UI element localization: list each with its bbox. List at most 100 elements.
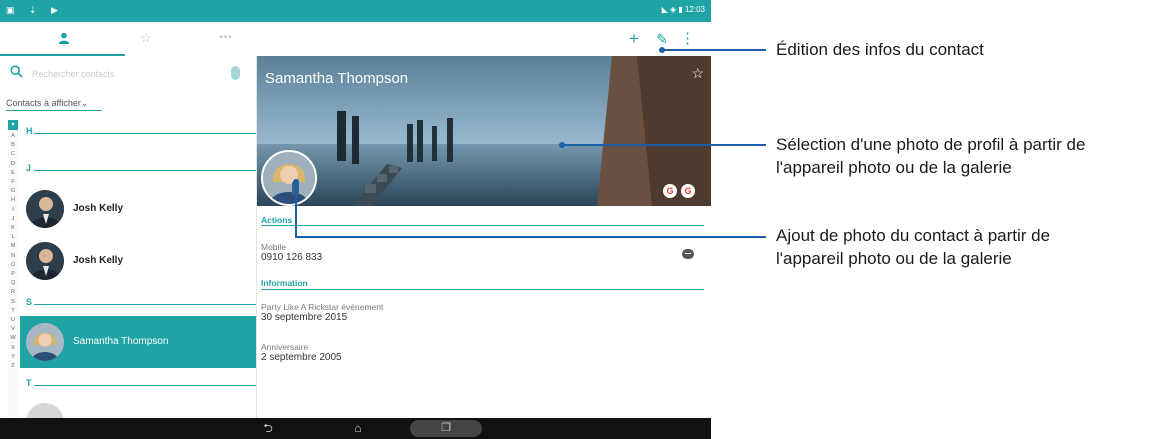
callout-dot-edit bbox=[659, 47, 665, 53]
alphabet-letter[interactable]: J bbox=[8, 215, 18, 224]
alphabet-letter[interactable]: S bbox=[8, 298, 18, 307]
alphabet-letter[interactable]: O bbox=[8, 261, 18, 270]
actions-header: Actions bbox=[261, 215, 293, 225]
add-contact-button[interactable]: + bbox=[624, 28, 644, 50]
alphabet-letter[interactable]: E bbox=[8, 169, 18, 178]
alphabet-letters[interactable]: ABCDEFGHIJKLMNOPQRSTUVWXYZ bbox=[8, 132, 18, 371]
callout-dot-contact bbox=[293, 179, 299, 185]
message-icon[interactable] bbox=[682, 249, 694, 259]
search-input[interactable]: Rechercher contacts bbox=[32, 69, 115, 79]
home-button[interactable]: ⌂ bbox=[348, 420, 368, 437]
callout-dot-cover bbox=[559, 142, 565, 148]
back-button[interactable]: ⮌ bbox=[258, 420, 278, 437]
alphabet-letter[interactable]: Z bbox=[8, 362, 18, 371]
alphabet-letter[interactable]: Y bbox=[8, 353, 18, 362]
alphabet-scroller[interactable]: ▾ ABCDEFGHIJKLMNOPQRSTUVWXYZ bbox=[8, 120, 18, 418]
more-icon: ••• bbox=[219, 32, 233, 43]
avatar bbox=[26, 323, 64, 361]
contacts-filter-dropdown[interactable]: Contacts à afficher⌄ bbox=[6, 98, 88, 109]
section-header-s: S bbox=[26, 297, 33, 307]
tab-more[interactable]: ••• bbox=[216, 28, 236, 48]
google-account-icon: G bbox=[681, 184, 695, 198]
alphabet-letter[interactable]: F bbox=[8, 178, 18, 187]
recent-apps-button[interactable]: ❐ bbox=[410, 420, 482, 437]
alphabet-letter[interactable]: U bbox=[8, 316, 18, 325]
alphabet-letter[interactable]: K bbox=[8, 224, 18, 233]
plus-icon: + bbox=[629, 29, 639, 48]
alphabet-letter[interactable]: N bbox=[8, 252, 18, 261]
status-left-icons: ▣ ⇣ ▶ bbox=[6, 5, 64, 15]
chevron-down-icon: ⌄ bbox=[80, 98, 89, 108]
search-icon bbox=[10, 65, 23, 78]
callout-cover-photo-line1: Sélection d'une photo de profil à partir… bbox=[776, 135, 1086, 154]
contact-list-item-selected[interactable]: Samantha Thompson bbox=[20, 316, 256, 368]
section-divider bbox=[34, 385, 256, 386]
filter-label: Contacts à afficher bbox=[6, 98, 81, 108]
event-label: Party Like A Rickstar événement bbox=[261, 302, 384, 312]
contact-list-item[interactable]: Josh Kelly bbox=[20, 235, 256, 287]
alphabet-letter[interactable]: B bbox=[8, 141, 18, 150]
scroller-handle[interactable]: ▾ bbox=[8, 120, 18, 130]
alphabet-letter[interactable]: T bbox=[8, 307, 18, 316]
section-divider bbox=[34, 133, 256, 134]
man-portrait-icon bbox=[26, 190, 64, 228]
alphabet-letter[interactable]: V bbox=[8, 325, 18, 334]
alphabet-letter[interactable]: H bbox=[8, 196, 18, 205]
callout-leader-contact-vertical bbox=[295, 182, 297, 238]
favorite-star-icon[interactable]: ☆ bbox=[691, 65, 704, 82]
status-bar: ▣ ⇣ ▶ ◣ ◈ ▮ 12:03 bbox=[0, 0, 711, 22]
alphabet-letter[interactable]: L bbox=[8, 233, 18, 242]
recent-apps-icon: ❐ bbox=[441, 422, 451, 434]
callout-contact-photo-line2: l'appareil photo ou de la galerie bbox=[776, 249, 1012, 268]
woman-portrait-icon bbox=[263, 152, 315, 204]
avatar bbox=[26, 190, 64, 228]
alphabet-letter[interactable]: I bbox=[8, 206, 18, 215]
contact-name: Josh Kelly bbox=[73, 203, 124, 214]
page-root: ▣ ⇣ ▶ ◣ ◈ ▮ 12:03 ☆ ••• + ✎ ⋮ Rechercher… bbox=[0, 0, 1150, 439]
callout-contact-photo-line1: Ajout de photo du contact à partir de bbox=[776, 226, 1051, 245]
microphone-icon[interactable] bbox=[231, 66, 240, 80]
system-nav-bar: ⮌ ⌂ ❐ bbox=[0, 418, 711, 439]
person-icon bbox=[58, 32, 70, 44]
callout-edit-contact: Édition des infos du contact bbox=[776, 40, 984, 59]
search-bar[interactable]: Rechercher contacts bbox=[10, 64, 242, 86]
overflow-menu-button[interactable]: ⋮ bbox=[680, 28, 695, 50]
home-icon: ⌂ bbox=[354, 421, 362, 435]
tablet-screen: ▣ ⇣ ▶ ◣ ◈ ▮ 12:03 ☆ ••• + ✎ ⋮ Rechercher… bbox=[0, 0, 711, 439]
top-bar: ☆ ••• + ✎ ⋮ bbox=[0, 22, 711, 56]
section-divider bbox=[34, 304, 256, 305]
information-divider bbox=[261, 289, 704, 290]
alphabet-letter[interactable]: A bbox=[8, 132, 18, 141]
mobile-label: Mobile bbox=[261, 242, 287, 252]
woman-portrait-icon bbox=[26, 323, 64, 361]
cover-photo[interactable]: Samantha Thompson ☆ G G bbox=[257, 56, 711, 206]
callout-leader-contact bbox=[295, 236, 766, 238]
mobile-number[interactable]: 0910 126 833 bbox=[261, 252, 322, 263]
contact-profile-photo[interactable] bbox=[261, 150, 317, 206]
alphabet-letter[interactable]: M bbox=[8, 242, 18, 251]
information-header: Information bbox=[261, 278, 308, 288]
alphabet-letter[interactable]: X bbox=[8, 344, 18, 353]
alphabet-letter[interactable]: G bbox=[8, 187, 18, 196]
birthday-date: 2 septembre 2005 bbox=[261, 352, 342, 363]
man-portrait-icon bbox=[26, 242, 64, 280]
alphabet-letter[interactable]: Q bbox=[8, 279, 18, 288]
alphabet-letter[interactable]: D bbox=[8, 160, 18, 169]
alphabet-letter[interactable]: C bbox=[8, 150, 18, 159]
callout-leader-edit bbox=[662, 49, 766, 51]
tab-favorites[interactable]: ☆ bbox=[136, 28, 156, 48]
star-icon: ☆ bbox=[140, 30, 152, 45]
status-right-info: ◣ ◈ ▮ 12:03 bbox=[661, 5, 705, 14]
contact-name-header: Samantha Thompson bbox=[265, 70, 409, 87]
alphabet-letter[interactable]: W bbox=[8, 334, 18, 343]
section-header-t: T bbox=[26, 378, 32, 388]
avatar bbox=[26, 242, 64, 280]
alphabet-letter[interactable]: P bbox=[8, 270, 18, 279]
kebab-icon: ⋮ bbox=[680, 30, 695, 47]
back-arrow-icon: ⮌ bbox=[263, 421, 273, 435]
contact-list-item[interactable]: Josh Kelly bbox=[20, 183, 256, 235]
contact-name: Samantha Thompson bbox=[73, 336, 169, 347]
alphabet-letter[interactable]: R bbox=[8, 288, 18, 297]
tab-contacts[interactable] bbox=[54, 28, 74, 48]
pencil-icon: ✎ bbox=[656, 31, 668, 47]
